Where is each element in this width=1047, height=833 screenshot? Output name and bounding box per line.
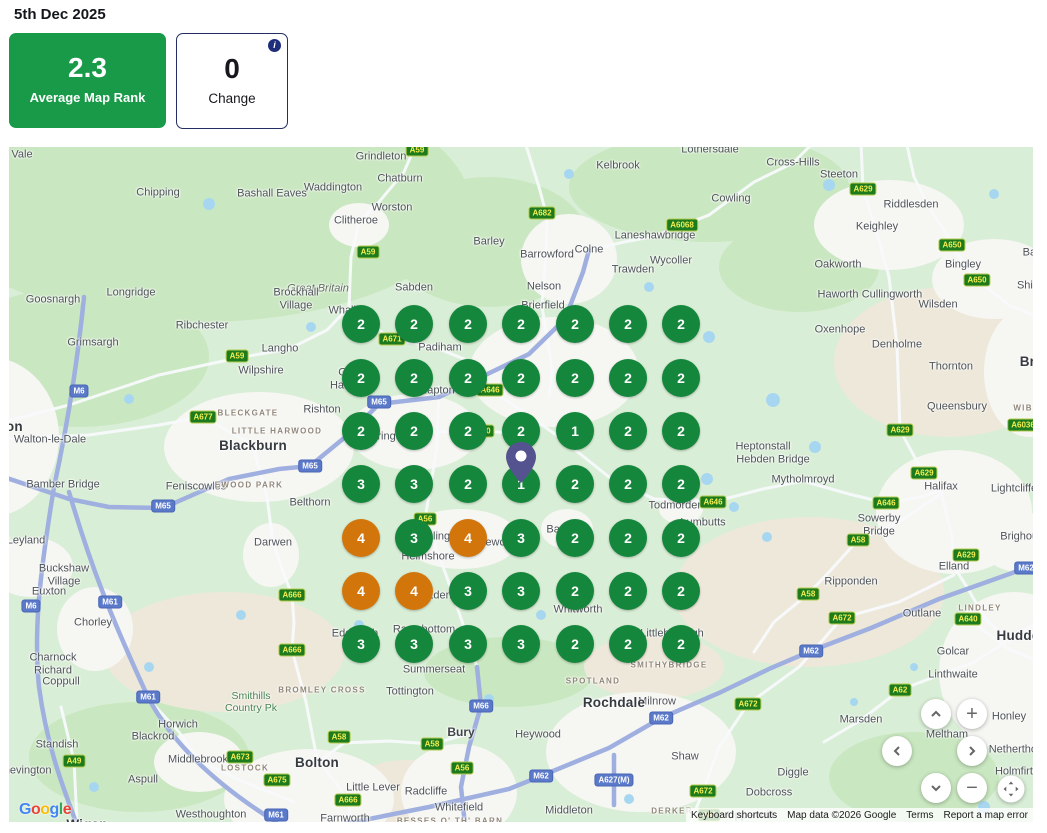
map-attribution: Keyboard shortcuts Map data ©2026 Google… bbox=[685, 808, 1033, 822]
zoom-in-button[interactable]: + bbox=[957, 699, 987, 729]
move-icon bbox=[1003, 781, 1019, 797]
zoom-out-button[interactable]: − bbox=[957, 773, 987, 803]
change-value: 0 bbox=[224, 53, 240, 84]
average-map-rank-label: Average Map Rank bbox=[29, 89, 146, 105]
keyboard-shortcuts-link[interactable]: Keyboard shortcuts bbox=[686, 810, 782, 821]
pan-down-button[interactable] bbox=[921, 773, 951, 803]
minus-icon: − bbox=[966, 777, 978, 799]
date-heading: 5th Dec 2025 bbox=[14, 6, 106, 23]
change-card: i 0 Change bbox=[176, 33, 288, 129]
chevron-right-icon bbox=[969, 746, 976, 756]
average-map-rank-card: 2.3 Average Map Rank bbox=[9, 33, 166, 128]
google-logo-letter: o bbox=[40, 801, 50, 818]
page: 5th Dec 2025 2.3 Average Map Rank i 0 Ch… bbox=[0, 0, 1047, 833]
google-logo-letter: e bbox=[62, 801, 72, 818]
change-label: Change bbox=[208, 90, 256, 106]
plus-icon: + bbox=[966, 703, 978, 725]
report-map-error-link[interactable]: Report a map error bbox=[939, 810, 1033, 821]
map[interactable]: Vale Grindleton Chatburn Waddington Bashall … bbox=[9, 147, 1033, 822]
pan-left-button[interactable] bbox=[882, 736, 912, 766]
pan-mode-button[interactable] bbox=[997, 775, 1025, 803]
chevron-left-icon bbox=[893, 746, 900, 756]
google-logo-letter: G bbox=[19, 801, 31, 818]
terms-link[interactable]: Terms bbox=[901, 810, 938, 821]
map-controls-layer: + − bbox=[9, 147, 1033, 822]
info-icon[interactable]: i bbox=[268, 39, 281, 52]
map-data-text: Map data ©2026 Google bbox=[787, 809, 897, 821]
google-logo[interactable]: Google bbox=[19, 801, 72, 819]
google-logo-letter: g bbox=[49, 801, 60, 818]
google-logo-letter: o bbox=[30, 801, 41, 818]
chevron-up-icon bbox=[931, 710, 941, 717]
chevron-down-icon bbox=[931, 785, 941, 792]
pan-right-button[interactable] bbox=[957, 736, 987, 766]
average-map-rank-value: 2.3 bbox=[68, 52, 107, 83]
pan-up-button[interactable] bbox=[921, 699, 951, 729]
